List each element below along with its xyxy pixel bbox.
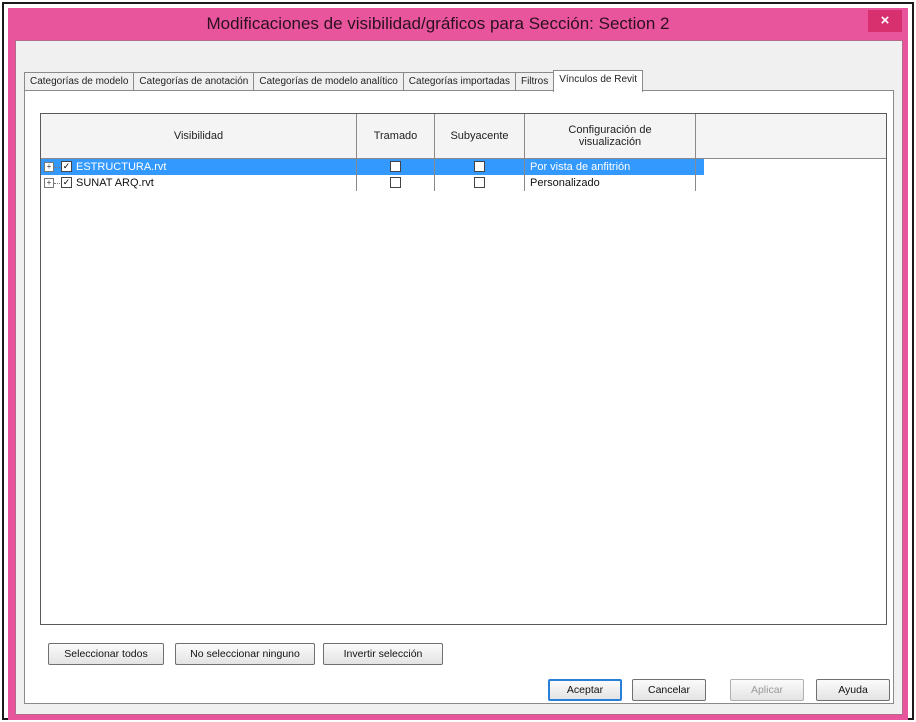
visibility-cell: + ✓ ESTRUCTURA.rvt [41,159,357,175]
tab-filters[interactable]: Filtros [514,72,555,91]
visibility-graphics-dialog: Modificaciones de visibilidad/gráficos p… [8,8,908,720]
tab-analytical-model-categories[interactable]: Categorías de modelo analítico [253,72,404,91]
link-name: SUNAT ARQ.rvt [76,177,154,189]
display-settings-cell[interactable]: Por vista de anfitrión [525,159,696,175]
expand-icon[interactable]: + [44,162,54,172]
halftone-checkbox[interactable] [390,161,401,172]
links-grid: Visibilidad Tramado Subyacente Configura… [40,113,887,625]
title-bar[interactable]: Modificaciones de visibilidad/gráficos p… [8,8,908,38]
table-row-sunat-arq[interactable]: + ✓ SUNAT ARQ.rvt Personalizado [41,175,704,191]
select-none-button[interactable]: No seleccionar ninguno [175,643,315,665]
dialog-title: Modificaciones de visibilidad/gráficos p… [206,14,670,33]
tab-panel-revit-links: Visibilidad Tramado Subyacente Configura… [24,90,894,704]
tab-imported-categories[interactable]: Categorías importadas [402,72,516,91]
tab-revit-links[interactable]: Vínculos de Revit [553,70,644,92]
cancel-button[interactable]: Cancelar [632,679,706,701]
tab-model-categories[interactable]: Categorías de modelo [24,72,135,91]
select-all-button[interactable]: Seleccionar todos [48,643,164,665]
underlay-checkbox[interactable] [474,161,485,172]
column-header-underlay[interactable]: Subyacente [435,114,525,158]
visibility-checkbox[interactable]: ✓ [61,161,72,172]
visibility-checkbox[interactable]: ✓ [61,177,72,188]
apply-button[interactable]: Aplicar [730,679,804,701]
tree-connector [54,167,60,168]
tab-annotation-categories[interactable]: Categorías de anotación [133,72,255,91]
link-name: ESTRUCTURA.rvt [76,161,167,173]
dialog-client-area: Categorías de modelo Categorías de anota… [15,40,903,715]
column-header-display-settings[interactable]: Configuración de visualización [525,114,696,158]
expand-icon[interactable]: + [44,178,54,188]
tree-connector [54,183,60,184]
tab-bar: Categorías de modelo Categorías de anota… [24,70,644,92]
grid-header: Visibilidad Tramado Subyacente Configura… [41,114,886,159]
invert-selection-button[interactable]: Invertir selección [323,643,443,665]
close-icon: × [880,12,890,29]
close-button[interactable]: × [868,10,902,32]
halftone-cell [357,159,435,175]
ok-button[interactable]: Aceptar [548,679,622,701]
halftone-cell [357,175,435,191]
display-settings-cell[interactable]: Personalizado [525,175,696,191]
visibility-cell: + ✓ SUNAT ARQ.rvt [41,175,357,191]
column-header-halftone[interactable]: Tramado [357,114,435,158]
help-button[interactable]: Ayuda [816,679,890,701]
underlay-cell [435,175,525,191]
table-row-estructura[interactable]: + ✓ ESTRUCTURA.rvt Por vista de anfitrió… [41,159,704,175]
underlay-cell [435,159,525,175]
column-header-visibility[interactable]: Visibilidad [41,114,357,158]
halftone-checkbox[interactable] [390,177,401,188]
underlay-checkbox[interactable] [474,177,485,188]
